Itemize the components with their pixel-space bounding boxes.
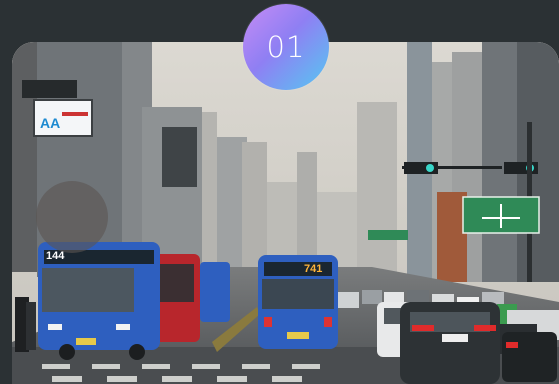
street-photo: AA bbox=[12, 42, 559, 384]
bus-route-number-center: 741 bbox=[304, 263, 323, 275]
step-number-badge: 01 bbox=[243, 4, 329, 90]
step-number-label: 01 bbox=[266, 30, 306, 64]
svg-text:AA: AA bbox=[40, 115, 60, 131]
photo-frame: AA 144 741 bbox=[12, 42, 559, 384]
bus-route-number-left: 144 bbox=[46, 250, 65, 262]
